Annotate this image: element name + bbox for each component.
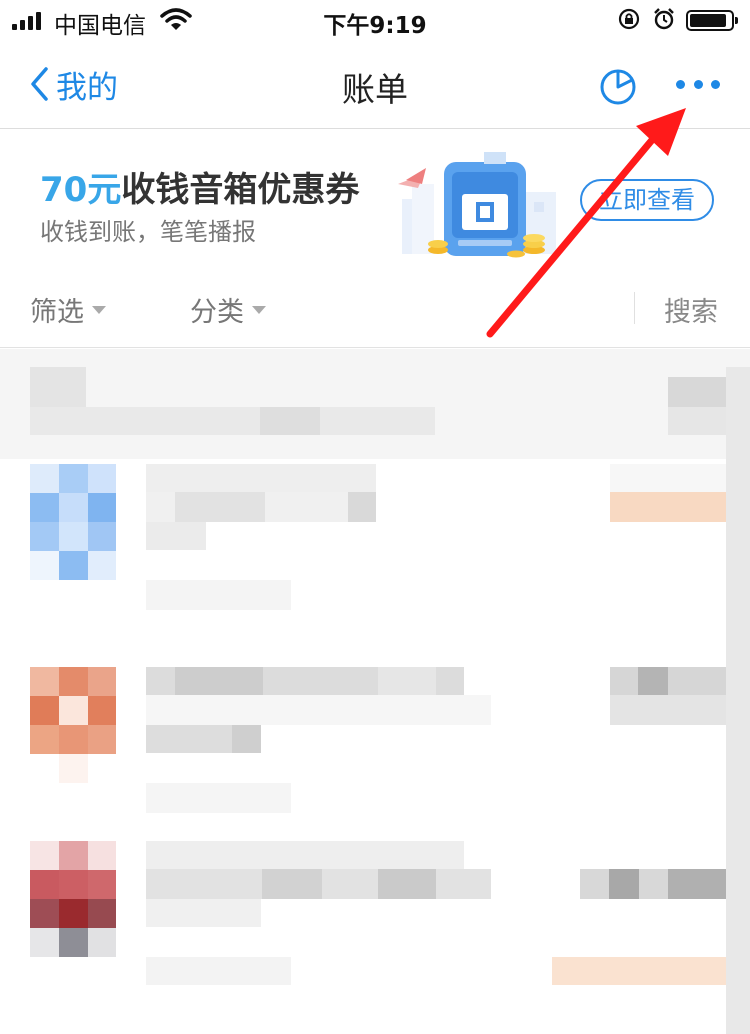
screen: 中国电信 下午9:19 我的 账单 70元收钱音箱优惠券 收钱到账，笔笔播报 立…: [0, 0, 750, 1034]
list-item[interactable]: [0, 841, 726, 991]
promo-amount: 70元: [40, 170, 122, 210]
promo-banner[interactable]: 70元收钱音箱优惠券 收钱到账，笔笔播报 立即查看: [0, 130, 750, 268]
list-item[interactable]: [0, 667, 726, 817]
category-dropdown[interactable]: 分类: [190, 290, 266, 329]
pie-chart-icon[interactable]: [598, 66, 638, 106]
divider: [634, 292, 635, 324]
speaker-illustration: [398, 152, 556, 258]
caret-down-icon: [92, 305, 106, 314]
promo-subtitle: 收钱到账，笔笔播报: [40, 218, 256, 246]
filter-dropdown[interactable]: 筛选: [30, 290, 106, 329]
promo-view-button[interactable]: 立即查看: [580, 179, 714, 221]
list-item[interactable]: [0, 464, 726, 614]
alarm-icon: [654, 8, 674, 30]
search-button[interactable]: 搜索: [664, 290, 718, 329]
caret-down-icon: [252, 305, 266, 314]
filter-bar: 筛选 分类 搜索: [0, 268, 750, 348]
category-label: 分类: [190, 297, 244, 328]
promo-title-text: 收钱音箱优惠券: [121, 170, 360, 210]
avatar: [30, 841, 116, 957]
month-header-obscured: [0, 349, 750, 459]
bill-list[interactable]: [0, 349, 750, 1034]
promo-title: 70元收钱音箱优惠券: [40, 162, 359, 211]
avatar: [30, 464, 116, 580]
rotation-lock-icon: [618, 8, 640, 30]
avatar: [30, 667, 116, 783]
more-icon[interactable]: [676, 76, 720, 92]
battery-icon: [686, 10, 738, 31]
scrollbar[interactable]: [726, 367, 750, 1034]
filter-label: 筛选: [30, 297, 84, 328]
status-bar: 中国电信 下午9:19: [0, 0, 750, 40]
nav-bar: 我的 账单: [0, 40, 750, 129]
